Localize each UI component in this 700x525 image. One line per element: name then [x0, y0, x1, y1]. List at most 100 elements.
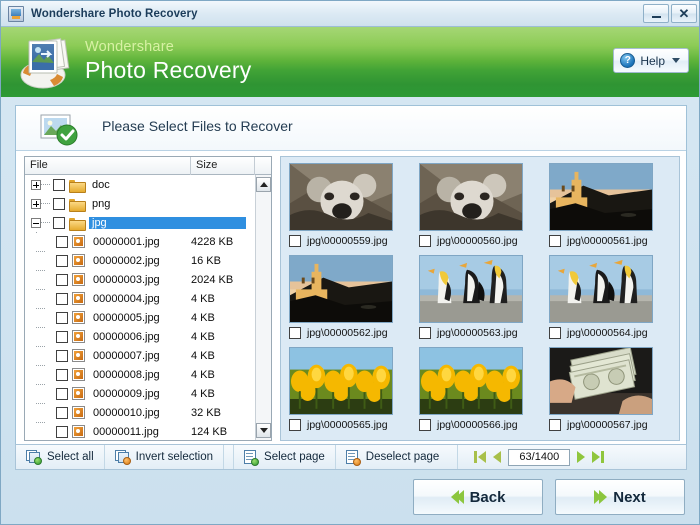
thumbnail-item[interactable]: jpg\00000563.jpg	[419, 255, 545, 343]
tree-row[interactable]: doc	[25, 175, 271, 194]
tree-expander-icon[interactable]	[31, 217, 41, 228]
thumbnail-item[interactable]: jpg\00000559.jpg	[289, 163, 415, 251]
select-all-button[interactable]: Select all	[16, 445, 105, 469]
tree-row[interactable]: 00000001.jpg 4228 KB	[25, 231, 271, 252]
thumbnail-image[interactable]	[289, 255, 393, 323]
thumbnail-item[interactable]: jpg\00000560.jpg	[419, 163, 545, 251]
deselect-page-label: Deselect page	[365, 451, 440, 463]
image-file-icon	[72, 349, 85, 362]
thumbnail-checkbox[interactable]	[289, 235, 301, 247]
first-page-button[interactable]	[474, 451, 487, 463]
tree-row-checkbox[interactable]	[56, 425, 68, 438]
thumbnail-checkbox[interactable]	[549, 327, 561, 339]
tree-row[interactable]: png	[25, 194, 271, 213]
last-page-button[interactable]	[592, 451, 605, 463]
thumbnail-image[interactable]	[549, 255, 653, 323]
help-button[interactable]: ? Help	[613, 48, 689, 73]
tree-row-checkbox[interactable]	[56, 330, 68, 343]
file-tree-panel[interactable]: File Size doc png jpg 00000001.jpg 4228 KB 00…	[24, 156, 272, 441]
tree-row[interactable]: 00000004.jpg 4 KB	[25, 288, 271, 309]
tree-row[interactable]: 00000003.jpg 2024 KB	[25, 269, 271, 290]
page-number-input[interactable]: 63/1400	[508, 448, 571, 466]
tree-row-checkbox[interactable]	[56, 368, 68, 381]
help-icon: ?	[620, 53, 636, 68]
thumbnail-item[interactable]: jpg\00000564.jpg	[549, 255, 675, 343]
next-page-button[interactable]	[577, 451, 586, 463]
thumbnail-item[interactable]: jpg\00000566.jpg	[419, 347, 545, 435]
tree-row-checkbox[interactable]	[56, 349, 68, 362]
tree-row[interactable]: 00000002.jpg 16 KB	[25, 250, 271, 271]
tree-row-checkbox[interactable]	[56, 406, 68, 419]
image-file-icon	[72, 292, 85, 305]
tree-row[interactable]: 00000011.jpg 124 KB	[25, 421, 271, 440]
tree-row-size: 124 KB	[191, 425, 228, 438]
thumbnail-checkbox[interactable]	[289, 327, 301, 339]
tree-row-checkbox[interactable]	[53, 197, 65, 210]
next-button[interactable]: Next	[555, 479, 685, 515]
tree-row[interactable]: 00000008.jpg 4 KB	[25, 364, 271, 385]
tree-row[interactable]: 00000009.jpg 4 KB	[25, 383, 271, 404]
tree-row-checkbox[interactable]	[56, 235, 68, 248]
thumbnail-checkbox[interactable]	[549, 419, 561, 431]
tree-expander-icon[interactable]	[31, 198, 41, 209]
select-all-icon	[26, 450, 42, 465]
thumbnail-caption: jpg\00000567.jpg	[549, 415, 675, 435]
tree-row[interactable]: 00000005.jpg 4 KB	[25, 307, 271, 328]
tree-expander-icon[interactable]	[31, 179, 41, 190]
tree-row[interactable]: jpg	[25, 213, 271, 232]
brand-banner: Wondershare Photo Recovery ? Help	[1, 27, 699, 97]
tree-connector	[41, 203, 50, 204]
app-icon	[8, 5, 24, 22]
thumbnail-checkbox[interactable]	[419, 327, 431, 339]
back-button[interactable]: Back	[413, 479, 543, 515]
thumbnail-checkbox[interactable]	[419, 235, 431, 247]
thumbnail-item[interactable]: jpg\00000567.jpg	[549, 347, 675, 435]
thumbnail-item[interactable]: jpg\00000565.jpg	[289, 347, 415, 435]
tree-row-checkbox[interactable]	[56, 292, 68, 305]
thumbnail-item[interactable]: jpg\00000561.jpg	[549, 163, 675, 251]
tree-row-size: 4 KB	[191, 311, 215, 324]
arrow-down-icon	[259, 428, 268, 433]
deselect-page-button[interactable]: Deselect page	[336, 445, 450, 469]
thumbnail-image[interactable]	[419, 163, 523, 231]
tree-row-size: 4 KB	[191, 387, 215, 400]
tree-row-checkbox[interactable]	[56, 311, 68, 324]
select-page-button[interactable]: Select page	[234, 445, 336, 469]
content-card: Please Select Files to Recover File Size…	[15, 105, 687, 468]
thumbnail-label: jpg\00000561.jpg	[567, 235, 648, 247]
image-file-icon	[72, 235, 85, 248]
thumbnail-image[interactable]	[549, 163, 653, 231]
thumbnail-item[interactable]: jpg\00000562.jpg	[289, 255, 415, 343]
thumbnail-grid[interactable]: jpg\00000559.jpg jpg\00000560.jpg jpg\0000…	[280, 156, 680, 441]
previous-page-button[interactable]	[493, 451, 502, 463]
window-controls: ✕	[643, 4, 697, 23]
image-file-icon	[72, 406, 85, 419]
thumbnail-image[interactable]	[289, 347, 393, 415]
thumbnail-checkbox[interactable]	[419, 419, 431, 431]
tree-row-checkbox[interactable]	[56, 387, 68, 400]
tree-row[interactable]: 00000007.jpg 4 KB	[25, 345, 271, 366]
tree-row-checkbox[interactable]	[56, 254, 68, 267]
page-title: Please Select Files to Recover	[102, 118, 293, 134]
tree-row[interactable]: 00000006.jpg 4 KB	[25, 326, 271, 347]
thumbnail-label: jpg\00000565.jpg	[307, 419, 388, 431]
tree-row-name: 00000002.jpg	[93, 254, 160, 267]
thumbnail-image[interactable]	[419, 255, 523, 323]
tree-row[interactable]: 00000010.jpg 32 KB	[25, 402, 271, 423]
file-tree-body[interactable]: doc png jpg 00000001.jpg 4228 KB 00000002.jpg…	[25, 175, 271, 440]
thumbnail-image[interactable]	[289, 163, 393, 231]
thumbnail-image[interactable]	[549, 347, 653, 415]
tree-connector	[41, 222, 50, 223]
invert-selection-button[interactable]: Invert selection	[105, 445, 225, 469]
scroll-up-button[interactable]	[256, 177, 271, 192]
tree-row-checkbox[interactable]	[53, 178, 65, 191]
thumbnail-checkbox[interactable]	[289, 419, 301, 431]
tree-row-checkbox[interactable]	[53, 216, 65, 229]
minimize-button[interactable]	[643, 4, 669, 23]
tree-row-checkbox[interactable]	[56, 273, 68, 286]
scroll-down-button[interactable]	[256, 423, 271, 438]
thumbnail-checkbox[interactable]	[549, 235, 561, 247]
thumbnail-image[interactable]	[419, 347, 523, 415]
file-tree-scrollbar[interactable]	[255, 175, 271, 440]
close-button[interactable]: ✕	[671, 4, 697, 23]
